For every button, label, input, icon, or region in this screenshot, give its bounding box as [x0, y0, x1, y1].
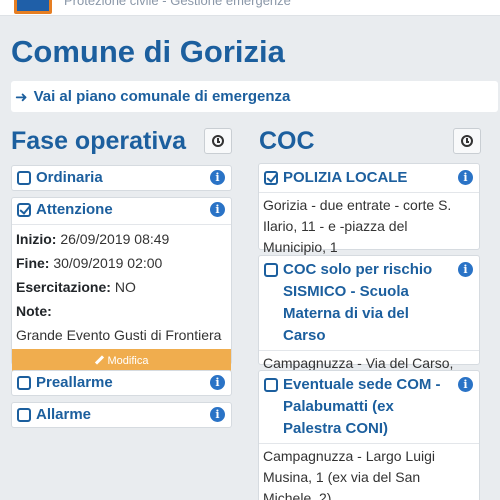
- fase-history-button[interactable]: [204, 128, 232, 154]
- info-icon[interactable]: i: [210, 375, 225, 390]
- fine-value: 30/09/2019 02:00: [53, 255, 163, 271]
- checkbox-checked-icon[interactable]: [264, 171, 278, 185]
- phase-preallarme-label: Preallarme: [36, 374, 113, 391]
- inizio-row: Inizio: 26/09/2019 08:49: [16, 229, 225, 249]
- page-title: Comune di Gorizia: [11, 34, 285, 69]
- note-label: Note:: [16, 303, 52, 319]
- top-bar-title: Protezione civile - Gestione emergenze: [64, 0, 291, 8]
- coc-item-title: POLIZIA LOCALE: [283, 169, 408, 186]
- coc-header: COC: [259, 127, 315, 156]
- fine-row: Fine: 30/09/2019 02:00: [16, 253, 225, 273]
- info-icon[interactable]: i: [458, 170, 473, 185]
- arrow-right-icon: ➜: [15, 88, 28, 106]
- checkbox-checked-icon[interactable]: [17, 203, 31, 217]
- fine-label: Fine:: [16, 255, 50, 271]
- coc-item[interactable]: POLIZIA LOCALE i Gorizia - due entrate -…: [258, 163, 480, 255]
- phase-attenzione-label: Attenzione: [36, 201, 113, 218]
- top-bar: Protezione civile - Gestione emergenze: [0, 0, 500, 16]
- coc-item-title: COC solo per rischio SISMICO - Scuola Ma…: [283, 261, 433, 344]
- coc-item-address: Campagnuzza - Largo Luigi Musina, 1 (ex …: [259, 443, 479, 500]
- fase-operativa-title: Fase operativa: [11, 127, 187, 155]
- checkbox-unchecked-icon[interactable]: [17, 408, 31, 422]
- phase-ordinaria[interactable]: Ordinaria i: [11, 165, 232, 191]
- phase-allarme-label: Allarme: [36, 406, 92, 423]
- esercitazione-label: Esercitazione:: [16, 279, 111, 295]
- modifica-button[interactable]: Modifica: [12, 349, 231, 372]
- app-logo[interactable]: [14, 0, 52, 14]
- phase-ordinaria-label: Ordinaria: [36, 169, 103, 186]
- note-value: Grande Evento Gusti di Frontiera: [16, 327, 222, 343]
- info-icon[interactable]: i: [210, 407, 225, 422]
- coc-history-button[interactable]: [453, 128, 481, 154]
- esercitazione-row: Esercitazione: NO: [16, 277, 225, 297]
- checkbox-unchecked-icon[interactable]: [17, 376, 31, 390]
- inizio-value: 26/09/2019 08:49: [60, 231, 170, 247]
- phase-allarme[interactable]: Allarme i: [11, 402, 232, 428]
- coc-title: COC: [259, 127, 315, 155]
- inizio-label: Inizio:: [16, 231, 57, 247]
- info-icon[interactable]: i: [458, 262, 473, 277]
- esercitazione-value: NO: [114, 279, 136, 295]
- checkbox-unchecked-icon[interactable]: [264, 263, 278, 277]
- coc-item[interactable]: COC solo per rischio SISMICO - Scuola Ma…: [258, 255, 480, 392]
- coc-item-title: Eventuale sede COM - Palabumatti (ex Pal…: [283, 376, 441, 437]
- fase-operativa-header: Fase operativa: [11, 127, 186, 156]
- emergency-plan-link[interactable]: ➜ Vai al piano comunale di emergenza: [11, 81, 498, 112]
- phase-preallarme[interactable]: Preallarme i: [11, 370, 232, 396]
- checkbox-unchecked-icon[interactable]: [264, 378, 278, 392]
- note-label-row: Note:: [16, 301, 225, 321]
- checkbox-unchecked-icon[interactable]: [17, 171, 31, 185]
- clock-icon: [212, 135, 224, 147]
- info-icon[interactable]: i: [210, 170, 225, 185]
- coc-item[interactable]: Eventuale sede COM - Palabumatti (ex Pal…: [258, 370, 480, 500]
- phase-attenzione[interactable]: Attenzione i Inizio: 26/09/2019 08:49 Fi…: [11, 197, 232, 372]
- modifica-label: Modifica: [107, 354, 149, 367]
- coc-item-address: Gorizia - due entrate - corte S. Ilario,…: [259, 192, 479, 260]
- info-icon[interactable]: i: [458, 377, 473, 392]
- clock-icon: [461, 135, 473, 147]
- info-icon[interactable]: i: [210, 202, 225, 217]
- pencil-icon: [95, 356, 104, 365]
- emergency-plan-link-label: Vai al piano comunale di emergenza: [33, 88, 291, 105]
